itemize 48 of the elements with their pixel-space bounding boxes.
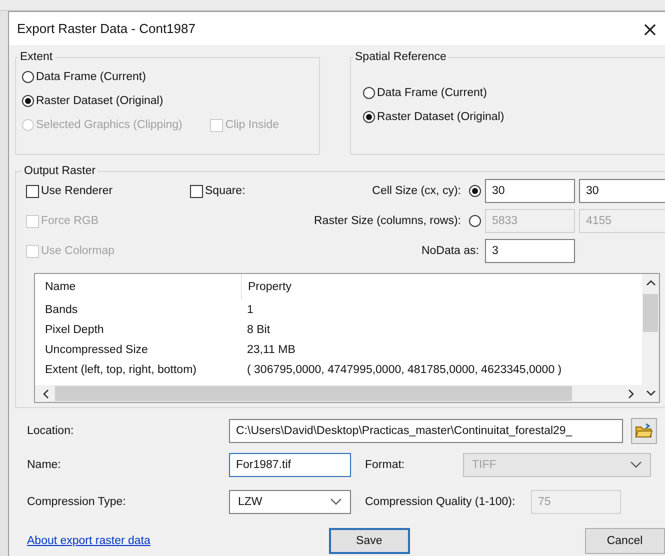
- table-cell-text: Bands: [44, 304, 79, 316]
- table-cell-text: 1: [246, 304, 254, 316]
- nodata-label: NoData as:: [420, 245, 480, 257]
- compression-type-dropdown[interactable]: LZW: [229, 490, 351, 514]
- table-cell-text: Uncompressed Size: [44, 344, 149, 356]
- close-button[interactable]: ×: [635, 14, 665, 44]
- group-title: Spatial Reference: [354, 51, 448, 63]
- group-title: Extent: [19, 51, 54, 63]
- column-header[interactable]: Property: [241, 274, 292, 300]
- radio-option[interactable]: Raster Dataset (Original): [22, 95, 164, 107]
- window-title: Export Raster Data - Cont1987: [17, 21, 196, 36]
- name-field[interactable]: For1987.tif: [229, 453, 351, 477]
- horizontal-scrollbar[interactable]: [35, 385, 642, 402]
- location-label: Location:: [27, 425, 75, 437]
- vertical-scrollbar[interactable]: [642, 274, 659, 402]
- chevron-icon: [630, 461, 642, 469]
- table-cell-text: 8 Bit: [246, 324, 270, 336]
- radio-option[interactable]: Cell Size (cx, cy):: [314, 185, 481, 197]
- table-cell-text: 23,11 MB: [246, 344, 296, 356]
- cancel-button[interactable]: Cancel: [584, 528, 665, 554]
- compression-quality-label: Compression Quality (1-100):: [364, 496, 516, 508]
- scroll-up-icon[interactable]: [646, 278, 656, 288]
- checkbox[interactable]: Use Renderer: [26, 184, 186, 198]
- browse-button[interactable]: [631, 418, 657, 444]
- scroll-right-icon[interactable]: [626, 388, 636, 398]
- column-header[interactable]: Name: [35, 281, 241, 293]
- table-cell-text: ( 306795,0000, 4747995,0000, 481785,0000, 4623345,0000 ): [246, 364, 562, 376]
- checkbox[interactable]: Square:: [190, 184, 310, 198]
- radio-option[interactable]: Raster Size (columns, rows):: [314, 215, 481, 227]
- help-link[interactable]: About export raster data: [27, 535, 329, 547]
- scroll-left-icon[interactable]: [41, 388, 51, 398]
- name-label: Name:: [27, 459, 62, 471]
- cell-size-field[interactable]: 30: [578, 179, 665, 203]
- format-label: Format:: [364, 459, 406, 471]
- save-button[interactable]: Save: [328, 528, 410, 554]
- radio-option[interactable]: Data Frame (Current): [22, 71, 146, 83]
- chevron-icon: [330, 498, 342, 506]
- radio-option[interactable]: Data Frame (Current): [363, 81, 658, 105]
- scroll-down-icon[interactable]: [646, 388, 656, 398]
- table-cell-text: Pixel Depth: [44, 324, 105, 336]
- compression-type-label: Compression Type:: [27, 496, 127, 508]
- group-title: Output Raster: [23, 165, 97, 177]
- location-field[interactable]: C:\Users\David\Desktop\Practicas_master\Continuitat_forestal29_: [229, 419, 623, 443]
- table-cell-text: Extent (left, top, right, bottom): [44, 364, 198, 376]
- cell-size-field[interactable]: 30: [484, 179, 575, 203]
- folder-icon: [635, 423, 653, 439]
- radio-option[interactable]: Raster Dataset (Original): [363, 105, 658, 129]
- nodata-field[interactable]: 3: [484, 239, 575, 263]
